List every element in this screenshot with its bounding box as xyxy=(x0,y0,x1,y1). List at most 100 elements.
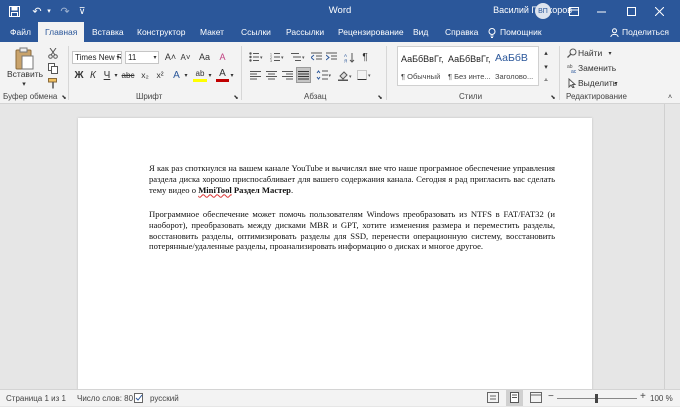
tab-file[interactable]: Файл xyxy=(10,22,31,42)
tab-help[interactable]: Справка xyxy=(445,22,478,42)
sort-icon[interactable]: AЯ xyxy=(342,50,356,64)
grow-font-icon[interactable]: A˄ xyxy=(164,50,177,64)
paragraph-1[interactable]: Я как раз споткнулся на вашем канале You… xyxy=(149,163,555,195)
shading-icon[interactable]: ▾ xyxy=(337,68,353,82)
format-painter-icon[interactable] xyxy=(46,76,60,90)
bullets-icon[interactable]: ▾ xyxy=(247,50,265,64)
language[interactable]: русский xyxy=(150,394,179,403)
styles-scroll-up-icon[interactable]: ▴ xyxy=(541,46,551,59)
increase-indent-icon[interactable] xyxy=(325,50,338,64)
find-dropdown-icon[interactable]: ▾ xyxy=(606,47,614,59)
tab-insert[interactable]: Вставка xyxy=(92,22,124,42)
italic-button[interactable]: К xyxy=(87,68,99,82)
font-size-dropdown-icon[interactable]: ▾ xyxy=(151,52,159,63)
page-count[interactable]: Страница 1 из 1 xyxy=(6,394,66,403)
text-effects-dropdown-icon[interactable]: ▾ xyxy=(183,69,189,81)
document-page[interactable]: Я как раз споткнулся на вашем канале You… xyxy=(78,118,592,398)
find-button[interactable]: Найти xyxy=(578,47,602,59)
highlight-icon[interactable]: ab xyxy=(193,68,207,82)
paste-button[interactable]: Вставить xyxy=(6,68,44,80)
select-dropdown-icon[interactable]: ▾ xyxy=(612,77,620,89)
proofing-icon[interactable] xyxy=(134,393,144,405)
tab-assistant[interactable]: Помощник xyxy=(500,22,542,42)
tab-design[interactable]: Конструктор xyxy=(137,22,185,42)
font-launcher-icon[interactable]: ⬊ xyxy=(232,93,240,101)
clear-formatting-icon[interactable]: A xyxy=(215,50,230,64)
style-heading[interactable]: АаБбВ Заголово... xyxy=(492,47,537,85)
zoom-slider-thumb[interactable] xyxy=(595,394,598,403)
shrink-font-icon[interactable]: A˅ xyxy=(179,50,192,64)
strikethrough-button[interactable]: abc xyxy=(120,68,136,82)
replace-icon[interactable]: ab ac xyxy=(566,62,578,74)
cut-icon[interactable] xyxy=(46,46,60,60)
paragraph-launcher-icon[interactable]: ⬊ xyxy=(376,93,384,101)
justify-icon[interactable] xyxy=(296,67,311,83)
svg-text:▾: ▾ xyxy=(329,73,332,79)
bold-button[interactable]: Ж xyxy=(73,68,85,82)
highlight-dropdown-icon[interactable]: ▾ xyxy=(207,69,213,81)
style-name: Заголово... xyxy=(495,72,534,81)
minimize-icon[interactable] xyxy=(594,0,608,22)
underline-dropdown-icon[interactable]: ▾ xyxy=(113,69,119,81)
styles-scroll-down-icon[interactable]: ▾ xyxy=(541,60,551,73)
user-name[interactable]: Василий Прохоров xyxy=(493,5,572,15)
select-icon[interactable] xyxy=(566,77,578,89)
tab-references[interactable]: Ссылки xyxy=(241,22,271,42)
superscript-button[interactable]: x² xyxy=(153,68,167,82)
ribbon-tabs: Файл Главная Вставка Конструктор Макет С… xyxy=(0,22,680,42)
decrease-indent-icon[interactable] xyxy=(310,50,323,64)
change-case-icon[interactable]: Aa xyxy=(196,50,213,64)
copy-icon[interactable] xyxy=(46,61,60,75)
tab-view[interactable]: Вид xyxy=(413,22,428,42)
align-center-icon[interactable] xyxy=(265,68,278,82)
vertical-scrollbar[interactable] xyxy=(664,104,680,389)
maximize-icon[interactable] xyxy=(624,0,638,22)
print-layout-icon[interactable] xyxy=(506,390,523,406)
styles-group-label: Стили xyxy=(459,92,483,101)
tab-layout[interactable]: Макет xyxy=(200,22,224,42)
styles-more-icon[interactable]: ⩡ xyxy=(541,74,551,87)
find-icon[interactable] xyxy=(566,47,578,59)
web-layout-icon[interactable] xyxy=(530,392,542,405)
close-icon[interactable] xyxy=(652,0,666,22)
tab-mailings[interactable]: Рассылки xyxy=(286,22,324,42)
subscript-button[interactable]: x₂ xyxy=(138,68,152,82)
align-right-icon[interactable] xyxy=(281,68,294,82)
avatar[interactable]: ВП xyxy=(535,3,551,19)
clipboard-launcher-icon[interactable]: ⬊ xyxy=(60,93,68,101)
focus-mode-icon[interactable] xyxy=(487,392,499,405)
style-sample: АаБбВвГг, xyxy=(448,54,491,64)
styles-launcher-icon[interactable]: ⬊ xyxy=(549,93,557,101)
word-count[interactable]: Число слов: 80 xyxy=(77,394,133,403)
svg-text:▾: ▾ xyxy=(349,74,352,80)
divider xyxy=(559,46,560,100)
line-spacing-icon[interactable]: ▾ xyxy=(315,68,333,82)
show-formatting-icon[interactable]: ¶ xyxy=(359,50,371,64)
font-color-icon[interactable]: A xyxy=(216,68,229,82)
zoom-level[interactable]: 100 % xyxy=(650,394,673,403)
style-normal[interactable]: АаБбВвГг, ¶ Обычный xyxy=(398,47,444,85)
replace-button[interactable]: Заменить xyxy=(578,62,616,74)
borders-icon[interactable]: ▾ xyxy=(356,68,374,82)
text-effects-icon[interactable]: A xyxy=(170,68,183,82)
tab-home[interactable]: Главная xyxy=(38,22,85,42)
numbering-icon[interactable]: 1 2 3 ▾ xyxy=(268,50,286,64)
ribbon-display-icon[interactable] xyxy=(568,0,580,22)
styles-gallery: АаБбВвГг, ¶ Обычный АаБбВвГг, ¶ Без инте… xyxy=(397,46,539,86)
tab-review[interactable]: Рецензирование xyxy=(338,22,404,42)
paste-dropdown-icon[interactable]: ▾ xyxy=(19,80,29,88)
style-no-spacing[interactable]: АаБбВвГг, ¶ Без инте... xyxy=(445,47,491,85)
zoom-out-button[interactable]: − xyxy=(548,391,554,402)
share-button[interactable]: Поделиться xyxy=(622,22,669,42)
style-sample: АаБбВвГг, xyxy=(401,54,444,64)
svg-text:▾: ▾ xyxy=(302,55,305,61)
paragraph-2[interactable]: Программное обеспечение может помочь пол… xyxy=(149,209,555,252)
underline-button[interactable]: Ч xyxy=(101,68,113,82)
status-bar: Страница 1 из 1 Число слов: 80 русский −… xyxy=(0,389,680,406)
zoom-in-button[interactable]: + xyxy=(640,391,646,402)
multilevel-list-icon[interactable]: ▾ xyxy=(289,50,307,64)
collapse-ribbon-icon[interactable]: ˄ xyxy=(665,92,675,102)
font-name-dropdown-icon[interactable]: ▾ xyxy=(114,52,122,63)
align-left-icon[interactable] xyxy=(249,68,262,82)
font-color-dropdown-icon[interactable]: ▾ xyxy=(229,69,235,81)
